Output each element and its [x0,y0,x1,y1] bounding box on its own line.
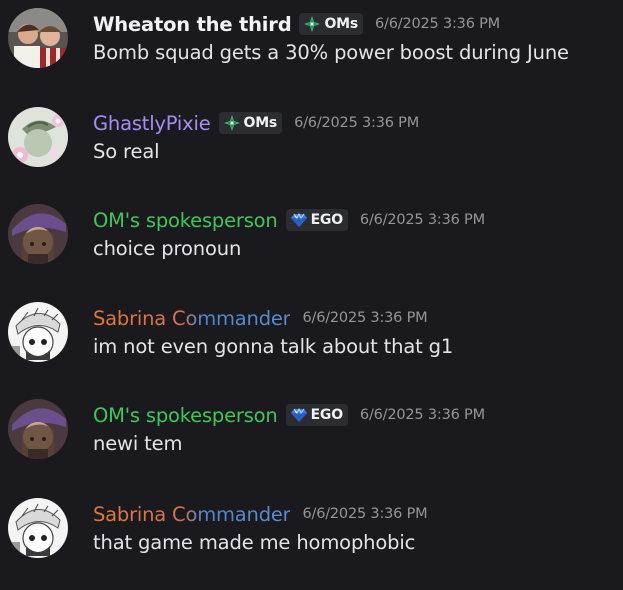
chat-message: Sabrina Commander 6/6/2025 3:36 PM that … [0,490,623,570]
username[interactable]: OM's spokesperson [93,404,278,427]
chat-message: GhastlyPixie OMs 6/6/2025 3:36 PM So rea… [0,99,623,179]
chat-message: OM's spokesperson EGO 6/6/2025 3:36 PM n… [0,391,623,471]
guild-tag-label: OMs [243,115,278,131]
username[interactable]: OM's spokesperson [93,209,278,232]
avatar[interactable] [8,399,68,459]
guild-tag[interactable]: OMs [299,13,364,35]
avatar[interactable] [8,8,68,68]
username[interactable]: Sabrina Commander [93,503,291,526]
green-diamond-sparkle-icon [304,16,321,32]
sketch-character-avatar-icon [8,302,68,362]
flower-avatar-icon [8,107,68,167]
username[interactable]: Sabrina Commander [93,307,291,330]
message-content: newi tem [93,432,183,455]
green-diamond-sparkle-icon [223,115,240,131]
guild-tag[interactable]: OMs [218,112,283,134]
message-content: that game made me homophobic [93,531,416,554]
timestamp[interactable]: 6/6/2025 3:36 PM [294,115,419,131]
witch-hat-avatar-icon [8,399,68,459]
guild-tag-label: EGO [310,212,344,228]
avatar[interactable] [8,498,68,558]
avatar[interactable] [8,107,68,167]
witch-hat-avatar-icon [8,204,68,264]
blue-gem-icon [290,212,307,227]
photo-avatar-icon [8,8,68,68]
chat-message: OM's spokesperson EGO 6/6/2025 3:36 PM c… [0,196,623,276]
username[interactable]: Wheaton the third [93,13,292,36]
message-content: choice pronoun [93,237,242,260]
avatar[interactable] [8,302,68,362]
message-content: im not even gonna talk about that g1 [93,335,454,358]
username[interactable]: GhastlyPixie [93,112,211,135]
message-content: Bomb squad gets a 30% power boost during… [93,41,569,64]
timestamp[interactable]: 6/6/2025 3:36 PM [302,310,427,326]
avatar[interactable] [8,204,68,264]
message-content: So real [93,140,160,163]
timestamp[interactable]: 6/6/2025 3:36 PM [375,16,500,32]
blue-gem-icon [290,407,307,422]
timestamp[interactable]: 6/6/2025 3:36 PM [360,407,485,423]
sketch-character-avatar-icon [8,498,68,558]
guild-tag[interactable]: EGO [285,209,348,231]
guild-tag-label: OMs [324,16,359,32]
chat-message: Wheaton the third OMs 6/6/2025 3:36 PM B… [0,0,623,80]
timestamp[interactable]: 6/6/2025 3:36 PM [302,506,427,522]
guild-tag[interactable]: EGO [285,404,348,426]
guild-tag-label: EGO [310,407,344,423]
chat-message: Sabrina Commander 6/6/2025 3:36 PM im no… [0,294,623,374]
timestamp[interactable]: 6/6/2025 3:36 PM [360,212,485,228]
chat-message-list[interactable]: Wheaton the third OMs 6/6/2025 3:36 PM B… [0,0,623,590]
